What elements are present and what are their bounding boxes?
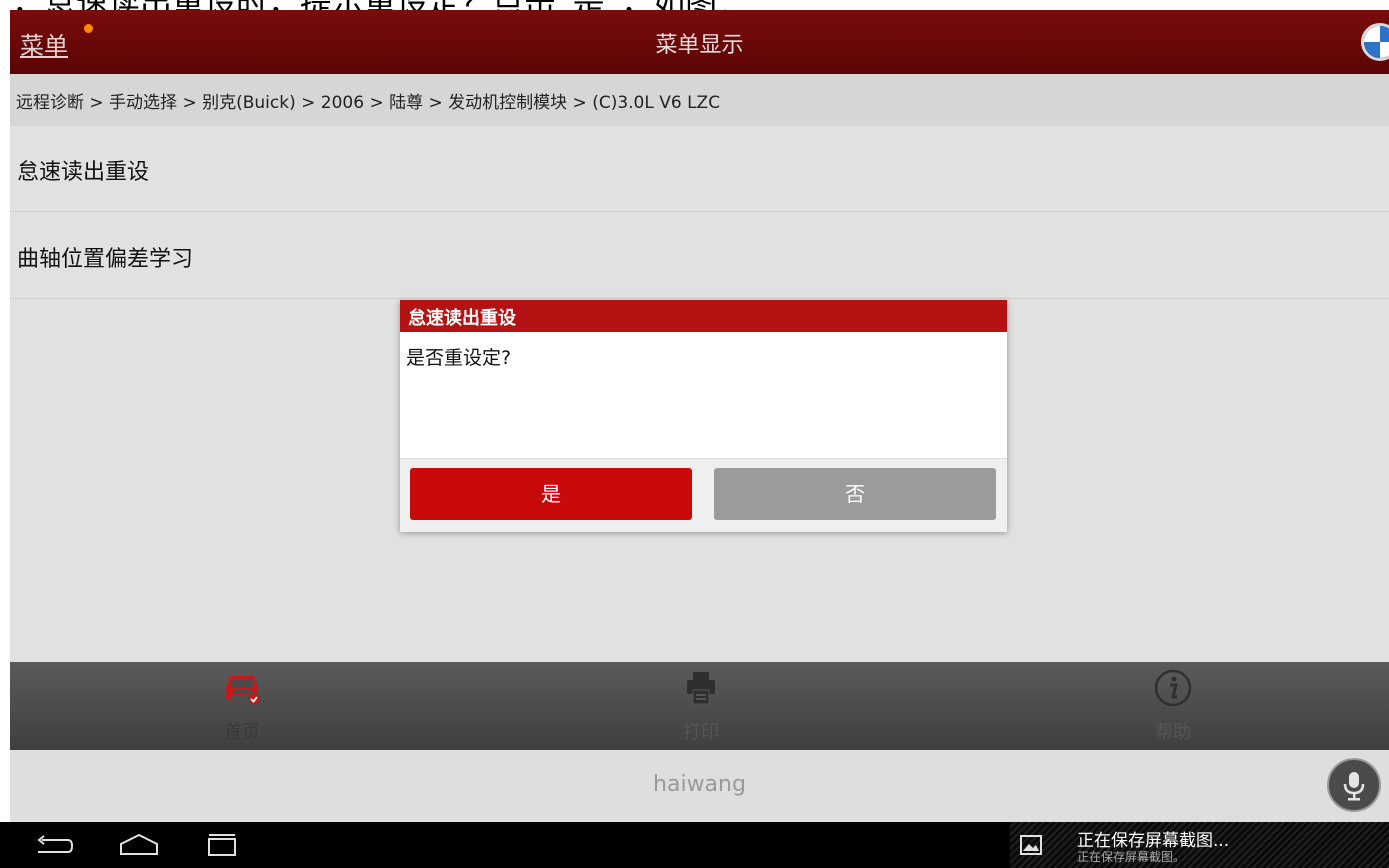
- title-bar: 菜单 菜单显示: [10, 10, 1389, 74]
- page-title: 菜单显示: [655, 33, 744, 58]
- breadcrumb: 远程诊断 > 手动选择 > 别克(Buick) > 2006 > 陆尊 > 发动…: [10, 74, 1389, 126]
- dialog-message: 是否重设定?: [406, 347, 512, 369]
- caption-strip: ，怠速读出重设时，提示重设定？点击“是”，如图：: [0, 0, 1389, 10]
- recent-apps-icon[interactable]: [205, 832, 239, 858]
- image-icon: [1020, 835, 1042, 855]
- print-button[interactable]: 打印: [641, 662, 761, 750]
- home-label: 首页: [224, 722, 260, 743]
- system-nav-bar: 正在保存屏幕截图... 正在保存屏幕截图。: [0, 822, 1389, 868]
- info-icon: [1154, 669, 1192, 707]
- menu-item-label: 怠速读出重设: [17, 160, 150, 185]
- help-label: 帮助: [1155, 722, 1191, 743]
- back-icon[interactable]: [34, 834, 74, 858]
- bottom-toolbar: 首页 打印 帮助: [10, 662, 1389, 750]
- screenshot-notification[interactable]: 正在保存屏幕截图... 正在保存屏幕截图。: [1010, 822, 1389, 868]
- home-nav-icon[interactable]: [118, 832, 160, 858]
- reset-dialog: 怠速读出重设 是否重设定? 是 否: [400, 300, 1007, 532]
- no-button[interactable]: 否: [714, 468, 996, 520]
- help-button[interactable]: 帮助: [1113, 662, 1233, 750]
- menu-item-label: 曲轴位置偏差学习: [17, 247, 194, 272]
- print-label: 打印: [683, 722, 719, 743]
- car-icon: [226, 676, 261, 706]
- username: haiwang: [653, 772, 746, 797]
- mic-button[interactable]: [1327, 758, 1381, 812]
- caption-text: ，怠速读出重设时，提示重设定？点击“是”，如图：: [12, 0, 749, 10]
- home-button[interactable]: 首页: [182, 662, 302, 750]
- dialog-title: 怠速读出重设: [400, 300, 1007, 332]
- menu-item-crank-learn[interactable]: 曲轴位置偏差学习: [10, 213, 1389, 299]
- microphone-icon: [1343, 772, 1365, 801]
- menu-item-idle-reset[interactable]: 怠速读出重设: [10, 126, 1389, 212]
- bmw-logo-icon[interactable]: [1361, 23, 1389, 61]
- dialog-footer: 是 否: [400, 458, 1007, 532]
- notification-subtitle: 正在保存屏幕截图。: [1077, 850, 1186, 864]
- printer-icon: [687, 672, 715, 705]
- user-bar: haiwang: [10, 750, 1389, 822]
- yes-button[interactable]: 是: [410, 468, 692, 520]
